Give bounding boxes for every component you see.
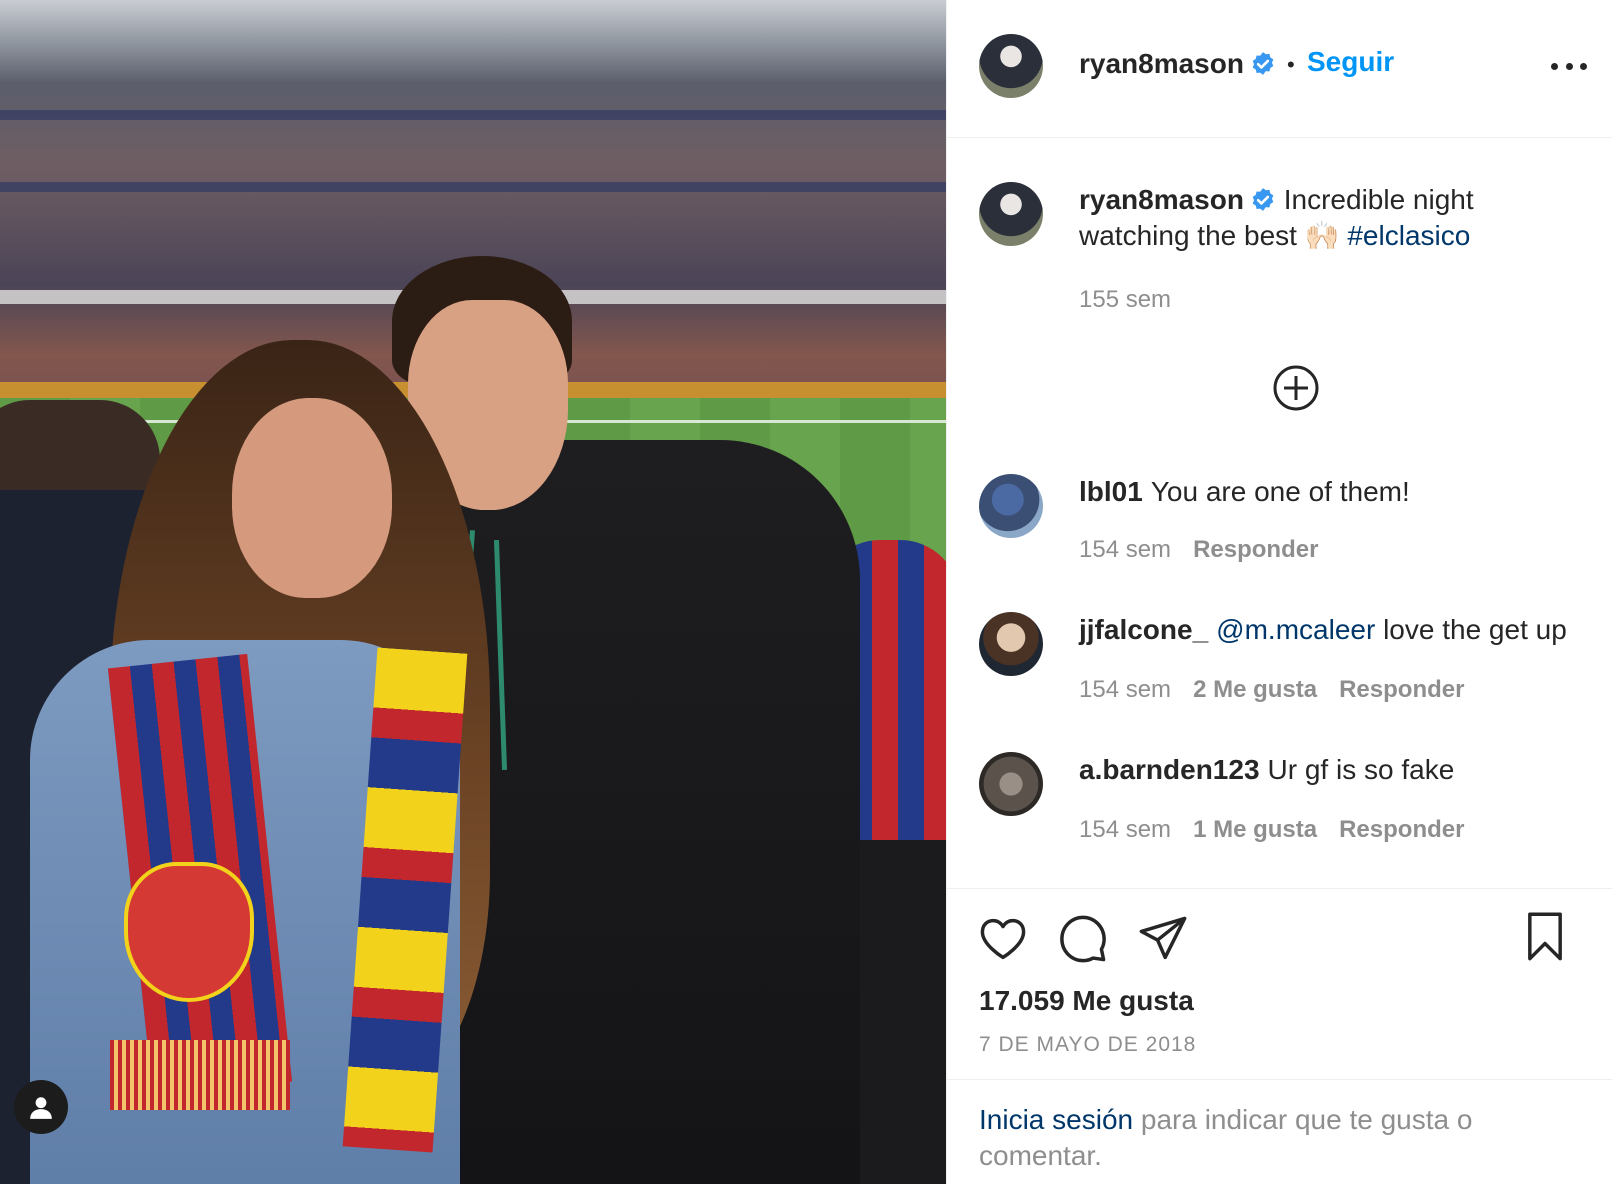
woman-face (232, 398, 392, 598)
heart-icon[interactable] (977, 913, 1029, 965)
comment-username[interactable]: lbl01 (1079, 476, 1143, 507)
comment-item: a.barnden123 Ur gf is so fake (1079, 752, 1589, 788)
comment-time[interactable]: 154 sem (1079, 676, 1171, 703)
reply-button[interactable]: Responder (1339, 816, 1464, 843)
bookmark-icon[interactable] (1519, 911, 1571, 963)
post-caption: ryan8mason Incredible night watching the… (1079, 182, 1579, 254)
comment-avatar[interactable] (979, 474, 1043, 538)
comment-meta: 154 sem Responder (1079, 536, 1318, 564)
more-options-icon[interactable] (1551, 54, 1587, 78)
comment-meta: 154 sem 2 Me gusta Responder (1079, 676, 1464, 704)
reply-button[interactable]: Responder (1339, 676, 1464, 703)
user-tag-icon[interactable] (14, 1080, 68, 1134)
comment-time[interactable]: 154 sem (1079, 536, 1171, 563)
comment-item: jjfalcone_ @m.mcaleer love the get up (1079, 612, 1589, 648)
caption-meta: 155 sem (1079, 286, 1171, 314)
user-tag-glyph (30, 1097, 52, 1119)
scarf-fringe (110, 1040, 290, 1110)
separator-dot: • (1287, 52, 1295, 77)
comment-avatar[interactable] (979, 612, 1043, 676)
stadium-tier (0, 182, 946, 192)
comment-mention[interactable]: @m.mcaleer (1216, 614, 1375, 645)
comment-text: love the get up (1383, 614, 1567, 645)
caption-author-avatar[interactable] (979, 182, 1043, 246)
verified-badge-icon (1252, 188, 1274, 211)
author-block: ryan8mason (1079, 48, 1276, 80)
caption-hashtag[interactable]: #elclasico (1347, 220, 1470, 251)
plus-circle-icon[interactable] (1272, 364, 1320, 412)
post-photo[interactable] (0, 0, 946, 1184)
caption-username[interactable]: ryan8mason (1079, 184, 1244, 215)
login-link[interactable]: Inicia sesión (979, 1104, 1133, 1135)
comment-time[interactable]: 154 sem (1079, 816, 1171, 843)
caption-emoji: 🙌🏻 (1304, 220, 1340, 251)
comment-bubble-icon[interactable] (1057, 913, 1109, 965)
comment-meta: 154 sem 1 Me gusta Responder (1079, 816, 1464, 844)
stadium-tier (0, 110, 946, 120)
post-sidebar: ryan8mason • Seguir ryan8mason Incredibl… (946, 0, 1612, 1184)
fcb-crest (124, 862, 254, 1002)
comment-text: You are one of them! (1150, 476, 1410, 507)
comment-text: Ur gf is so fake (1267, 754, 1455, 785)
like-count[interactable]: 17.059 Me gusta (979, 985, 1194, 1017)
post-actions: 17.059 Me gusta 7 DE MAYO DE 2018 Inicia… (947, 888, 1612, 1184)
verified-badge-icon (1252, 52, 1274, 75)
comment-likes[interactable]: 2 Me gusta (1193, 676, 1317, 703)
author-avatar[interactable] (979, 34, 1043, 98)
comment-username[interactable]: a.barnden123 (1079, 754, 1260, 785)
post-date[interactable]: 7 DE MAYO DE 2018 (979, 1033, 1196, 1057)
post-header: ryan8mason • Seguir (947, 0, 1612, 138)
comment-likes[interactable]: 1 Me gusta (1193, 816, 1317, 843)
reply-button[interactable]: Responder (1193, 536, 1318, 563)
comment-item: lbl01 You are one of them! (1079, 474, 1589, 510)
comment-username[interactable]: jjfalcone_ (1079, 614, 1208, 645)
comment-avatar[interactable] (979, 752, 1043, 816)
login-prompt: Inicia sesión para indicar que te gusta … (947, 1079, 1612, 1184)
author-username[interactable]: ryan8mason (1079, 48, 1244, 79)
caption-time[interactable]: 155 sem (1079, 286, 1171, 313)
follow-button[interactable]: Seguir (1307, 46, 1394, 78)
paper-plane-icon[interactable] (1137, 913, 1189, 965)
